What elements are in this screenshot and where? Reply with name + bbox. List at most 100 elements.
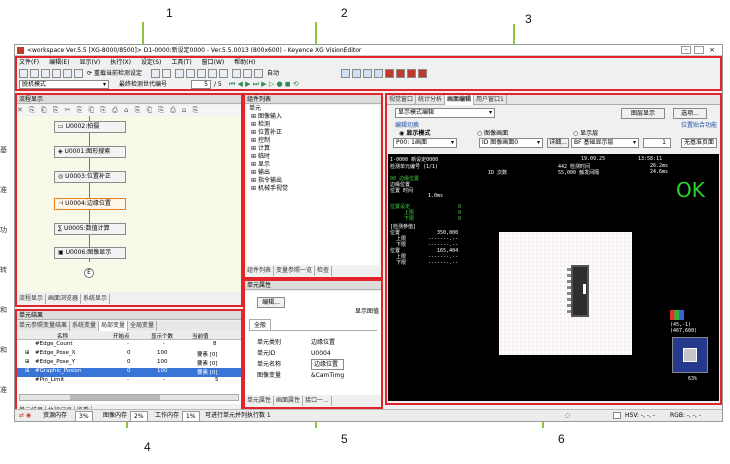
flow-item-pattern-search[interactable]: ◈ U0001:图形搜索 [54,146,126,158]
unit-name-field[interactable]: 边缘位置 [311,359,345,370]
expand-icon[interactable]: ⊞ [25,368,30,374]
table-row[interactable]: ⊞ #Edge_Pose_Y 0 100 要素 [0] [17,359,241,368]
tab-local-variable[interactable]: 局部变量 [99,321,129,331]
import-icon[interactable] [74,69,83,78]
record-icon-1[interactable] [385,69,394,78]
export-icon[interactable] [63,69,72,78]
record-icon-2[interactable] [396,69,405,78]
maximize-button[interactable] [694,46,704,54]
expand-icon[interactable]: ⊞ [25,359,30,365]
delete-icon[interactable] [208,69,217,78]
expand-icon[interactable]: ⊞ [25,350,30,356]
lock-icon[interactable] [254,69,263,78]
save-icon[interactable] [41,69,50,78]
menu-view[interactable]: 显示(V) [79,59,100,66]
tab-general[interactable]: 全般 [249,319,271,330]
redo-icon[interactable] [162,69,171,78]
layer-number-stepper[interactable]: 1 [643,138,671,148]
result-hscrollbar[interactable] [19,394,239,401]
menu-file[interactable]: 文件(F) [19,59,39,66]
detail-button[interactable]: 详细... [547,138,569,148]
tab-screen-browser[interactable]: 画面浏览器 [46,294,82,304]
save-all-icon[interactable] [52,69,61,78]
screen-select[interactable]: P00: 1画面 ▾ [393,138,457,148]
record-icon-3[interactable] [407,69,416,78]
capture-icon[interactable] [232,69,241,78]
flow-item-image-display[interactable]: ▣ U0006:图像显示 [54,247,126,259]
menu-window[interactable]: 窗口(W) [202,59,225,66]
tab-check[interactable]: 检查 [315,266,333,276]
position-select[interactable]: 无基准页面 [681,138,717,148]
flow-toolbar-icons[interactable]: ✕ ⎘ ⎗ ⎘ ✂ ⎘ ⎗ ⎘ ⎙ ⌂ ⎘ ⎗ ⎘ ⎙ ⌂ ⎘ [17,105,241,115]
unit-tree-item[interactable]: ⊞ 检测 [247,121,379,129]
menu-edit[interactable]: 编辑(E) [49,59,69,66]
display-screen[interactable]: I-0000 新设定0000 19.09.25 13:58:11 检测单元编号 … [388,154,719,401]
table-row[interactable]: #Pin_Limit - - 5 [17,377,241,386]
tab-variable-reference[interactable]: 变量参照一览 [274,266,316,276]
undo-icon[interactable] [151,69,160,78]
tab-user-window[interactable]: 用户窗口1 [474,95,507,105]
menu-tools[interactable]: 工具(T) [171,59,191,66]
tab-vision-window[interactable]: 视觉窗口 [387,95,417,105]
layer-select[interactable]: BF 基础显示层 ▾ [571,138,639,148]
radio-image-screen[interactable]: ○ 图像画面 [477,128,508,137]
radio-display-layer[interactable]: ○ 显示层 [573,128,598,137]
layout-icon-1[interactable] [341,69,350,78]
table-row[interactable]: ⊞ #Edge_Pose_X 0 100 要素 [0] [17,350,241,359]
flow-item-edge-position[interactable]: ⊣ U0004:边缘位置 [54,198,126,210]
tab-screen-properties[interactable]: 画面属性 [274,396,304,406]
unit-tree-item[interactable]: ⊞ 临时 [247,153,379,161]
record-icon-4[interactable] [418,69,427,78]
trigger-number-input[interactable]: 5 [191,80,211,89]
minimap[interactable] [672,337,708,373]
table-row[interactable]: #Edge_Count - - 8 [17,341,241,350]
auto-label[interactable]: 自动 [267,68,279,79]
menu-help[interactable]: 帮助(H) [234,59,255,66]
unit-tree-item[interactable]: ⊞ 位置补正 [247,129,379,137]
tab-statistics[interactable]: 统计分析 [416,95,446,105]
radio-display-mode[interactable]: ◉ 显示模式 [399,128,430,137]
unit-tree-root[interactable]: 单元 [247,105,379,113]
display-mode-select[interactable]: 显示模式编辑 ▾ [395,108,495,118]
options-button[interactable]: 选项... [673,108,707,119]
tab-unit-list[interactable]: 组件列表 [245,266,275,276]
table-row-selected[interactable]: ⊞ #Graphic_Posion 0 100 要素 [0] [17,368,241,377]
cut-icon[interactable] [175,69,184,78]
tab-system-variable[interactable]: 系统变量 [70,321,100,331]
tab-flow-display[interactable]: 流程显示 [17,294,47,304]
playback-controls-icon[interactable]: ⏮ ◀ ▶ ⏭ ▶ ▷ ● ◼ ⟲ [229,80,299,89]
image-screen-select[interactable]: ID 图像画面0 ▾ [479,138,543,148]
layer-display-button[interactable]: 图层显示 [621,108,665,119]
close-window-icon[interactable]: × [707,46,717,54]
tab-global-variable[interactable]: 全局变量 [128,321,158,331]
tab-interface[interactable]: 接口一... [303,396,332,406]
minimap-viewport[interactable] [683,348,697,362]
find-icon[interactable] [219,69,228,78]
mode-select[interactable]: 脱机模式 ▾ [19,80,109,89]
flow-item-capture[interactable]: ▭ U0002:拍摄 [54,121,126,133]
tab-unit-properties[interactable]: 单元属性 [245,396,275,406]
tab-unit-variable-result[interactable]: 单元参照变量结果 [17,321,71,331]
tab-screen-edit[interactable]: 画面编辑 [445,95,475,105]
unit-tree-item[interactable]: ⊞ 控制 [247,137,379,145]
layout-icon-3[interactable] [363,69,372,78]
unit-tree-item[interactable]: ⊞ 输出 [247,169,379,177]
menu-settings[interactable]: 设定(S) [141,59,162,66]
reload-button[interactable]: ⟳ 重载当前检测设定 [87,68,142,79]
unit-tree-item[interactable]: ⊞ 图像输入 [247,113,379,121]
copy-icon[interactable] [186,69,195,78]
minimize-button[interactable]: – [681,46,691,54]
edit-button[interactable]: 编辑... [257,297,285,308]
paste-icon[interactable] [197,69,206,78]
menu-run[interactable]: 执行(X) [110,59,131,66]
tab-system-display[interactable]: 系统显示 [81,294,111,304]
flow-item-calculation[interactable]: ∑ U0005:数值计算 [54,223,126,235]
layout-icon-2[interactable] [352,69,361,78]
workpiece-image[interactable] [499,232,632,355]
flow-item-position-correction[interactable]: ◎ U0003:位置补正 [54,171,126,183]
open-icon[interactable] [30,69,39,78]
unit-tree-item[interactable]: ⊞ 指令输出 [247,177,379,185]
unit-tree-item[interactable]: ⊞ 计算 [247,145,379,153]
unit-tree-item[interactable]: ⊞ 机械手视觉 [247,185,379,193]
unit-tree-item[interactable]: ⊞ 显示 [247,161,379,169]
